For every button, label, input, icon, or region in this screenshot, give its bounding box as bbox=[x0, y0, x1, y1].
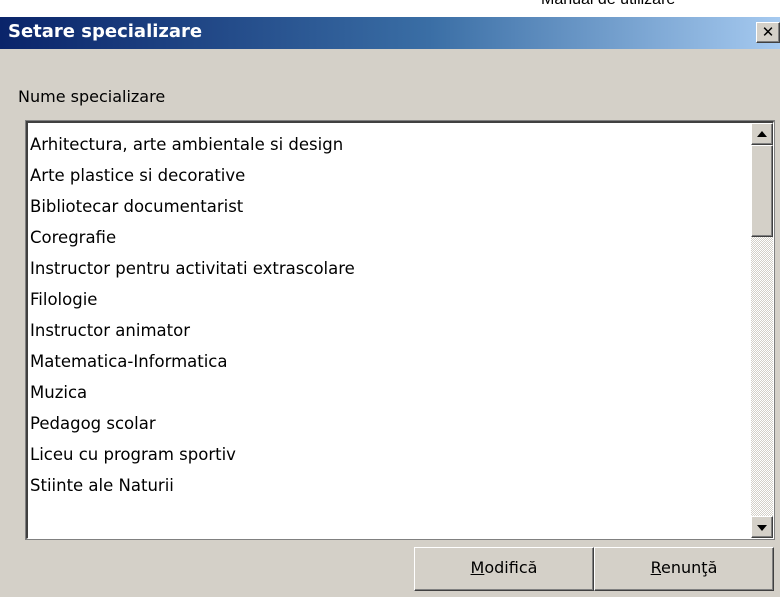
list-item[interactable]: Filologie bbox=[28, 284, 750, 315]
cancel-button[interactable]: Renunţă bbox=[594, 547, 774, 591]
close-icon: ✕ bbox=[761, 23, 775, 41]
modify-button[interactable]: Modifică bbox=[414, 547, 594, 591]
list-item[interactable]: Instructor pentru activitati extrascolar… bbox=[28, 253, 750, 284]
specialization-dialog: Setare specializare ✕ Nume specializare … bbox=[0, 17, 780, 597]
list-item[interactable]: Liceu cu program sportiv bbox=[28, 439, 750, 470]
specialization-listbox[interactable]: Arhitectura, arte ambientale si design Ar… bbox=[26, 121, 774, 539]
scroll-down-button[interactable] bbox=[751, 516, 773, 538]
cancel-button-label: enunţă bbox=[661, 558, 718, 577]
page-header-text: Manual de utilizare bbox=[541, 0, 675, 9]
modify-button-mnemonic: M bbox=[470, 558, 485, 577]
dialog-title: Setare specializare bbox=[8, 21, 203, 42]
scroll-up-button[interactable] bbox=[751, 123, 773, 145]
list-item[interactable]: Matematica-Informatica bbox=[28, 346, 750, 377]
specialization-list: Arhitectura, arte ambientale si design Ar… bbox=[28, 129, 750, 501]
list-item[interactable]: Arhitectura, arte ambientale si design bbox=[28, 129, 750, 160]
scrollbar-thumb[interactable] bbox=[751, 145, 773, 237]
list-item[interactable]: Instructor animator bbox=[28, 315, 750, 346]
list-item[interactable]: Stiinte ale Naturii bbox=[28, 470, 750, 501]
list-item[interactable]: Coregrafie bbox=[28, 222, 750, 253]
list-item[interactable]: Bibliotecar documentarist bbox=[28, 191, 750, 222]
arrow-up-icon bbox=[757, 131, 767, 137]
specialization-name-label: Nume specializare bbox=[18, 87, 166, 106]
modify-button-label: odifică bbox=[484, 558, 538, 577]
arrow-down-icon bbox=[757, 525, 767, 531]
list-item[interactable]: Pedagog scolar bbox=[28, 408, 750, 439]
list-item[interactable]: Muzica bbox=[28, 377, 750, 408]
list-item[interactable]: Arte plastice si decorative bbox=[28, 160, 750, 191]
vertical-scrollbar[interactable] bbox=[751, 123, 773, 538]
close-button[interactable]: ✕ bbox=[756, 22, 780, 43]
dialog-titlebar[interactable]: Setare specializare ✕ bbox=[0, 17, 780, 49]
cancel-button-mnemonic: R bbox=[650, 558, 662, 577]
